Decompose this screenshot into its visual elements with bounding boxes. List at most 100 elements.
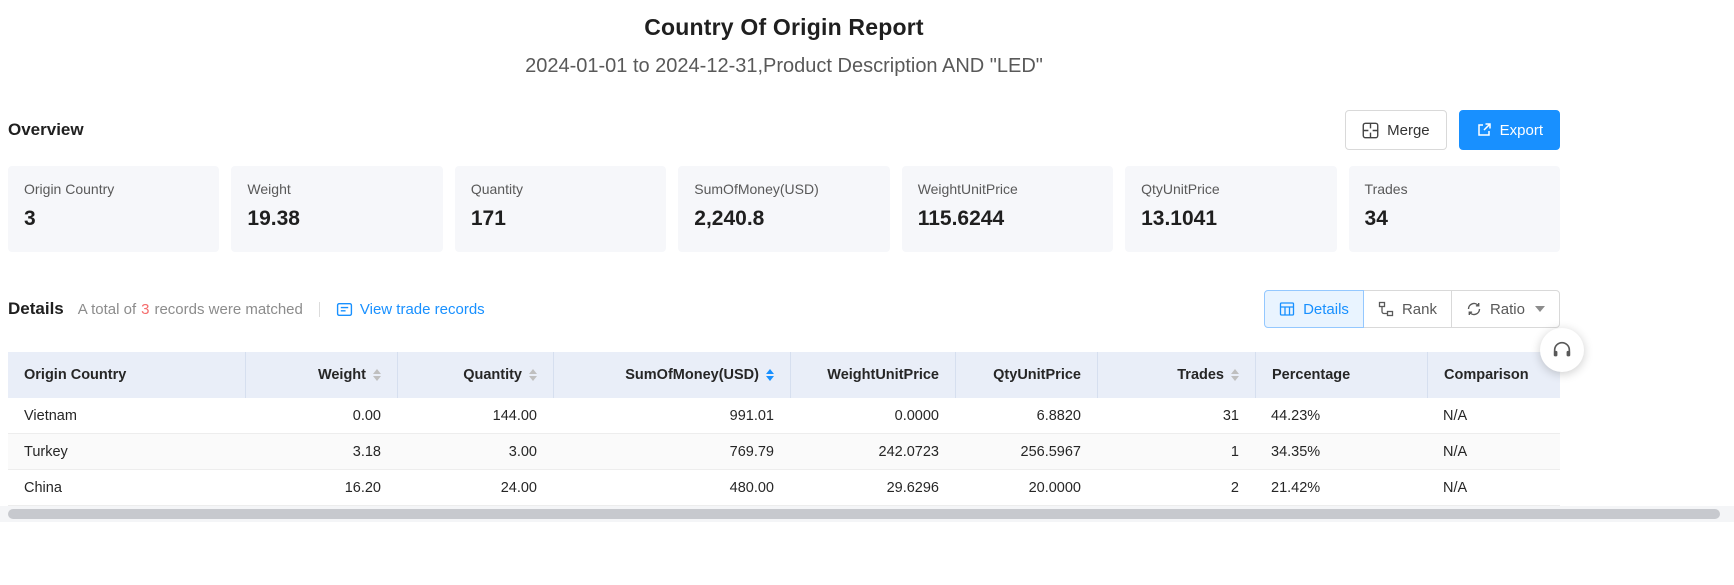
stat-label: Weight xyxy=(247,181,426,197)
column-header-origin-country: Origin Country xyxy=(8,352,245,398)
stat-value: 13.1041 xyxy=(1141,207,1320,231)
table-cell: N/A xyxy=(1427,470,1560,505)
matched-prefix: A total of xyxy=(78,301,136,318)
table-cell: 20.0000 xyxy=(955,470,1097,505)
ratio-caret-down-icon xyxy=(1535,306,1545,312)
sort-control-weight[interactable] xyxy=(373,369,381,381)
table-cell: Turkey xyxy=(8,434,245,469)
stat-value: 34 xyxy=(1365,207,1544,231)
vertical-divider xyxy=(319,302,320,317)
export-button[interactable]: Export xyxy=(1459,110,1560,150)
column-label: Trades xyxy=(1177,367,1224,383)
page-title: Country Of Origin Report xyxy=(8,0,1560,41)
headset-icon xyxy=(1551,339,1573,361)
table-cell: 0.00 xyxy=(245,398,397,433)
table-cell: 0.0000 xyxy=(790,398,955,433)
table-header: Origin Country Weight Quantity SumOfMone… xyxy=(8,352,1560,398)
stat-value: 115.6244 xyxy=(918,207,1097,231)
column-label: Percentage xyxy=(1272,367,1350,383)
column-label: SumOfMoney(USD) xyxy=(625,367,759,383)
details-grid-icon xyxy=(1279,301,1295,317)
table-row-turkey: Turkey 3.18 3.00 769.79 242.0723 256.596… xyxy=(8,434,1560,470)
table-cell: China xyxy=(8,470,245,505)
trade-records-icon xyxy=(336,301,353,318)
records-matched-text: A total of 3 records were matched xyxy=(78,301,303,318)
table-cell: 3.00 xyxy=(397,434,553,469)
stat-card-weight: Weight 19.38 xyxy=(231,166,442,252)
column-header-weight[interactable]: Weight xyxy=(245,352,397,398)
column-header-comparison: Comparison xyxy=(1427,352,1560,398)
stat-value: 2,240.8 xyxy=(694,207,873,231)
sort-control-sum-of-money[interactable] xyxy=(766,369,774,381)
table-cell: 34.35% xyxy=(1255,434,1427,469)
column-header-quantity[interactable]: Quantity xyxy=(397,352,553,398)
support-float-button[interactable] xyxy=(1540,328,1584,372)
toggle-ratio[interactable]: Ratio xyxy=(1451,290,1560,328)
table-cell: 256.5967 xyxy=(955,434,1097,469)
table-cell: 31 xyxy=(1097,398,1255,433)
overview-actions: Merge Export xyxy=(1345,110,1560,150)
column-header-percentage: Percentage xyxy=(1255,352,1427,398)
stat-card-origin-country: Origin Country 3 xyxy=(8,166,219,252)
view-mode-toggle-group: Details Rank xyxy=(1264,290,1560,328)
report-page: Country Of Origin Report 2024-01-01 to 2… xyxy=(8,0,1560,506)
table-cell: 480.00 xyxy=(553,470,790,505)
stat-value: 19.38 xyxy=(247,207,426,231)
toggle-ratio-label: Ratio xyxy=(1490,301,1525,318)
column-label: Weight xyxy=(318,367,366,383)
merge-button-label: Merge xyxy=(1387,122,1430,139)
column-header-weight-unit-price: WeightUnitPrice xyxy=(790,352,955,398)
column-label: WeightUnitPrice xyxy=(827,367,939,383)
toggle-details[interactable]: Details xyxy=(1264,290,1364,328)
overview-stat-cards: Origin Country 3 Weight 19.38 Quantity 1… xyxy=(8,166,1560,252)
view-trade-records-link[interactable]: View trade records xyxy=(336,301,485,318)
column-label: Quantity xyxy=(463,367,522,383)
table-cell: 769.79 xyxy=(553,434,790,469)
export-icon xyxy=(1476,122,1492,138)
sort-control-quantity[interactable] xyxy=(529,369,537,381)
matched-count: 3 xyxy=(141,301,149,318)
table-cell: 2 xyxy=(1097,470,1255,505)
page-subtitle: 2024-01-01 to 2024-12-31,Product Descrip… xyxy=(8,55,1560,78)
stat-label: Trades xyxy=(1365,181,1544,197)
stat-value: 171 xyxy=(471,207,650,231)
table-cell: 6.8820 xyxy=(955,398,1097,433)
matched-suffix: records were matched xyxy=(154,301,302,318)
table-cell: N/A xyxy=(1427,434,1560,469)
table-cell: 3.18 xyxy=(245,434,397,469)
column-label: Comparison xyxy=(1444,367,1529,383)
origin-country-table: Origin Country Weight Quantity SumOfMone… xyxy=(8,352,1560,506)
rank-icon xyxy=(1378,301,1394,317)
table-cell: 144.00 xyxy=(397,398,553,433)
stat-card-weight-unit-price: WeightUnitPrice 115.6244 xyxy=(902,166,1113,252)
table-cell: 24.00 xyxy=(397,470,553,505)
stat-label: Origin Country xyxy=(24,181,203,197)
stat-card-quantity: Quantity 171 xyxy=(455,166,666,252)
table-header-row: Origin Country Weight Quantity SumOfMone… xyxy=(8,352,1560,398)
table-cell: 44.23% xyxy=(1255,398,1427,433)
details-bar: Details A total of3records were matched … xyxy=(8,290,1560,328)
toggle-rank[interactable]: Rank xyxy=(1363,290,1452,328)
sort-control-trades[interactable] xyxy=(1231,369,1239,381)
table-body: Vietnam 0.00 144.00 991.01 0.0000 6.8820… xyxy=(8,398,1560,506)
stat-value: 3 xyxy=(24,207,203,231)
horizontal-scrollbar-track[interactable] xyxy=(0,506,1734,522)
table-cell: 16.20 xyxy=(245,470,397,505)
stat-card-sum-of-money: SumOfMoney(USD) 2,240.8 xyxy=(678,166,889,252)
table-cell: 21.42% xyxy=(1255,470,1427,505)
column-header-sum-of-money[interactable]: SumOfMoney(USD) xyxy=(553,352,790,398)
view-trade-records-label: View trade records xyxy=(360,301,485,318)
merge-button[interactable]: Merge xyxy=(1345,110,1447,150)
details-section-title: Details xyxy=(8,299,64,319)
toggle-rank-label: Rank xyxy=(1402,301,1437,318)
toggle-details-label: Details xyxy=(1303,301,1349,318)
stat-card-qty-unit-price: QtyUnitPrice 13.1041 xyxy=(1125,166,1336,252)
merge-icon xyxy=(1362,122,1379,139)
overview-section-title: Overview xyxy=(8,120,84,140)
export-button-label: Export xyxy=(1500,122,1543,139)
table-cell: 29.6296 xyxy=(790,470,955,505)
stat-label: Quantity xyxy=(471,181,650,197)
horizontal-scrollbar-thumb[interactable] xyxy=(8,509,1720,519)
column-header-trades[interactable]: Trades xyxy=(1097,352,1255,398)
table-cell: N/A xyxy=(1427,398,1560,433)
